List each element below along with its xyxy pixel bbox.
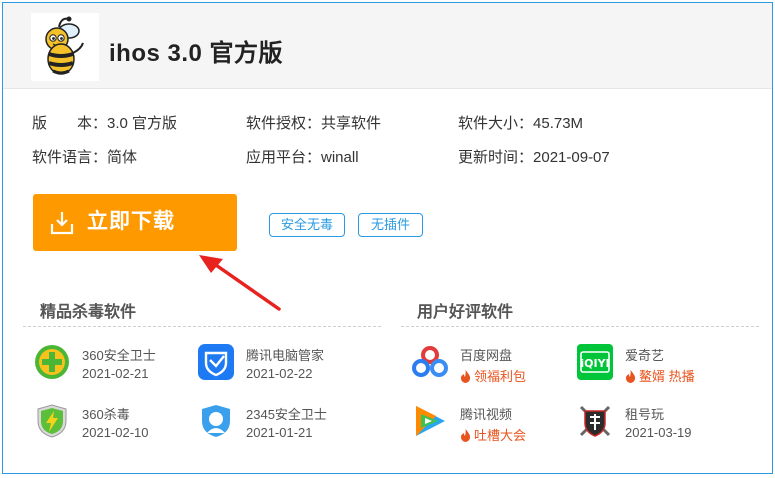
size-info: 软件大小：45.73M bbox=[458, 112, 583, 133]
item-name: 租号玩 bbox=[625, 407, 665, 422]
platform-value: winall bbox=[321, 149, 359, 166]
license-info: 软件授权：共享软件 bbox=[246, 112, 381, 133]
item-tag: 鳌婿 热播 bbox=[625, 366, 695, 385]
software-item-tencent-pc-manager[interactable]: 腾讯电脑管家 2021-02-22 bbox=[198, 342, 358, 386]
item-date: 2021-01-21 bbox=[246, 425, 313, 440]
software-item-baidu-netdisk[interactable]: 百度网盘 领福利包 bbox=[412, 342, 572, 386]
app-header: ihos 3.0 官方版 bbox=[3, 3, 772, 89]
license-label: 软件授权： bbox=[246, 115, 322, 132]
item-name: 腾讯电脑管家 bbox=[246, 348, 325, 363]
version-info: 版 本：3.0 官方版 bbox=[32, 112, 177, 133]
download-button[interactable]: 立即下载 bbox=[33, 194, 237, 251]
platform-label: 应用平台： bbox=[246, 149, 322, 166]
updated-label: 更新时间： bbox=[458, 149, 534, 166]
download-panel: ihos 3.0 官方版 版 本：3.0 官方版 软件授权：共享软件 软件大小：… bbox=[2, 2, 773, 474]
popular-divider bbox=[401, 326, 759, 327]
flame-icon bbox=[625, 370, 636, 383]
no-plugin-badge: 无插件 bbox=[358, 213, 423, 237]
item-name: 腾讯视频 bbox=[460, 407, 513, 422]
language-info: 软件语言：简体 bbox=[32, 146, 137, 167]
flame-icon bbox=[460, 370, 471, 383]
size-value: 45.73M bbox=[533, 115, 584, 132]
svg-text:iQIYI: iQIYI bbox=[580, 357, 609, 370]
software-item-iqiyi[interactable]: iQIYI 爱奇艺 鳌婿 热播 bbox=[577, 342, 737, 386]
platform-info: 应用平台：winall bbox=[246, 146, 359, 167]
item-date: 2021-03-19 bbox=[625, 425, 692, 440]
safe-badge: 安全无毒 bbox=[269, 213, 345, 237]
360-safeguard-icon bbox=[35, 345, 69, 379]
item-tag-text: 鳌婿 热播 bbox=[639, 369, 695, 384]
zuhaowan-icon bbox=[579, 405, 611, 437]
red-arrow-icon bbox=[199, 255, 281, 311]
language-label: 软件语言： bbox=[32, 149, 108, 166]
tencent-pc-manager-icon bbox=[198, 344, 234, 380]
license-value: 共享软件 bbox=[321, 115, 382, 132]
download-label: 立即下载 bbox=[87, 210, 175, 233]
antivirus-divider bbox=[23, 326, 381, 327]
item-name: 百度网盘 bbox=[460, 348, 513, 363]
item-tag-text: 领福利包 bbox=[474, 369, 527, 384]
360-antivirus-icon bbox=[37, 404, 67, 438]
item-tag-text: 吐槽大会 bbox=[474, 428, 527, 443]
antivirus-section-title: 精品杀毒软件 bbox=[40, 304, 137, 321]
download-icon bbox=[50, 212, 74, 235]
item-date: 2021-02-10 bbox=[82, 425, 149, 440]
software-item-360-safeguard[interactable]: 360安全卫士 2021-02-21 bbox=[34, 342, 194, 386]
baidu-netdisk-icon bbox=[412, 346, 448, 377]
language-value: 简体 bbox=[107, 149, 138, 166]
software-item-zuhaowan[interactable]: 租号玩 2021-03-19 bbox=[577, 401, 737, 445]
popular-section-title: 用户好评软件 bbox=[417, 304, 514, 321]
2345-safeguard-icon bbox=[202, 405, 230, 437]
size-label: 软件大小： bbox=[458, 115, 534, 132]
updated-value: 2021-09-07 bbox=[533, 149, 610, 166]
item-name: 360杀毒 bbox=[82, 407, 130, 422]
software-item-2345-safeguard[interactable]: 2345安全卫士 2021-01-21 bbox=[198, 401, 358, 445]
bee-logo-icon bbox=[31, 13, 99, 81]
version-label: 版 本： bbox=[32, 115, 108, 132]
item-name: 360安全卫士 bbox=[82, 348, 156, 363]
item-name: 爱奇艺 bbox=[625, 348, 665, 363]
app-title: ihos 3.0 官方版 bbox=[109, 40, 284, 67]
item-tag: 领福利包 bbox=[460, 366, 526, 385]
item-date: 2021-02-22 bbox=[246, 366, 313, 381]
tencent-video-icon bbox=[416, 406, 445, 436]
software-item-tencent-video[interactable]: 腾讯视频 吐槽大会 bbox=[412, 401, 572, 445]
item-name: 2345安全卫士 bbox=[246, 407, 327, 422]
updated-info: 更新时间：2021-09-07 bbox=[458, 146, 610, 167]
software-item-360-antivirus[interactable]: 360杀毒 2021-02-10 bbox=[34, 401, 194, 445]
iqiyi-icon: iQIYI bbox=[577, 344, 613, 380]
item-date: 2021-02-21 bbox=[82, 366, 149, 381]
flame-icon bbox=[460, 429, 471, 442]
item-tag: 吐槽大会 bbox=[460, 425, 526, 444]
version-value: 3.0 官方版 bbox=[107, 115, 178, 132]
